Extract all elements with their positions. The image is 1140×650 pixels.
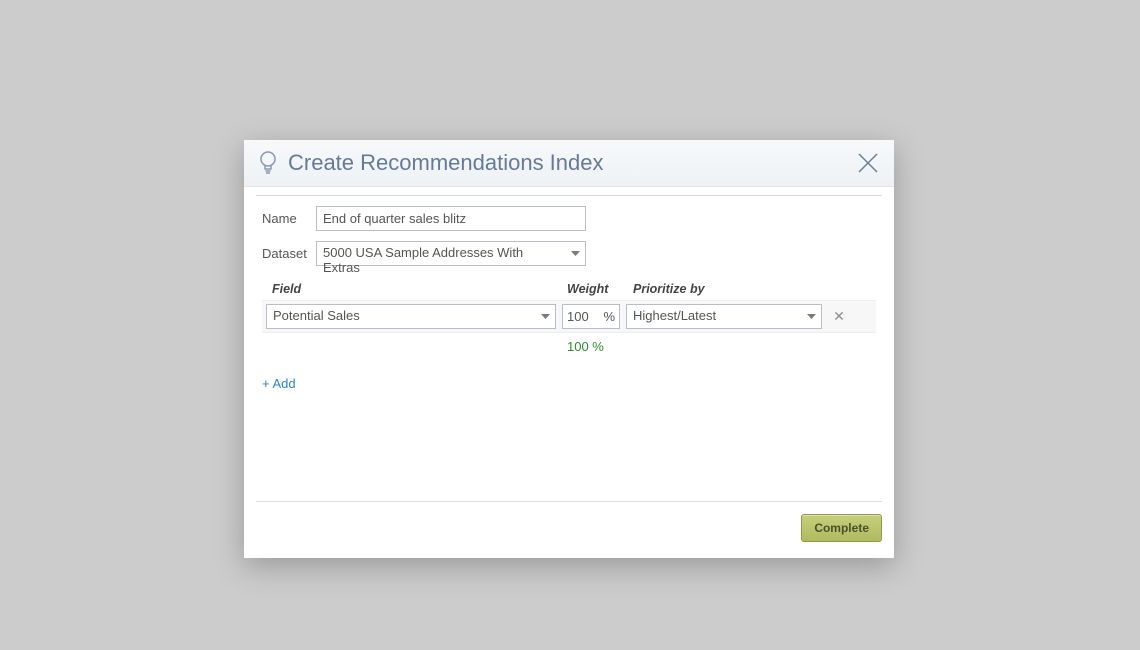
weight-total-row: 100 %	[262, 333, 876, 354]
weight-value: 100	[567, 309, 603, 324]
name-input[interactable]	[316, 206, 586, 231]
create-recommendations-index-dialog: Create Recommendations Index Name Datase…	[244, 140, 894, 558]
dataset-select-value: 5000 USA Sample Addresses With Extras	[316, 241, 586, 266]
dataset-label: Dataset	[262, 246, 316, 261]
column-field-header: Field	[272, 282, 567, 296]
prioritize-select[interactable]: Highest/Latest	[626, 304, 822, 329]
field-select-value: Potential Sales	[266, 304, 556, 329]
dialog-title: Create Recommendations Index	[288, 150, 856, 176]
column-headers: Field Weight Prioritize by	[262, 276, 876, 300]
complete-button[interactable]: Complete	[801, 514, 882, 542]
dataset-select[interactable]: 5000 USA Sample Addresses With Extras	[316, 241, 586, 266]
add-row-link[interactable]: + Add	[262, 376, 296, 391]
weight-total: 100 %	[567, 333, 604, 354]
lightbulb-icon	[258, 150, 278, 176]
dataset-row: Dataset 5000 USA Sample Addresses With E…	[262, 241, 876, 266]
name-row: Name	[262, 206, 876, 231]
name-label: Name	[262, 211, 316, 226]
prioritize-select-value: Highest/Latest	[626, 304, 822, 329]
dialog-body: Name Dataset 5000 USA Sample Addresses W…	[256, 195, 882, 502]
close-button[interactable]	[856, 151, 880, 175]
column-prioritize-header: Prioritize by	[633, 282, 874, 296]
weight-unit: %	[603, 309, 615, 324]
weight-input[interactable]: 100 %	[562, 304, 620, 329]
remove-row-button[interactable]: ✕	[828, 308, 850, 325]
dialog-header: Create Recommendations Index	[244, 140, 894, 187]
field-select[interactable]: Potential Sales	[266, 304, 556, 329]
dialog-footer: Complete	[244, 502, 894, 558]
close-icon: ✕	[833, 308, 845, 324]
field-row: Potential Sales 100 % Highest/Latest ✕	[262, 300, 876, 333]
column-weight-header: Weight	[567, 282, 633, 296]
